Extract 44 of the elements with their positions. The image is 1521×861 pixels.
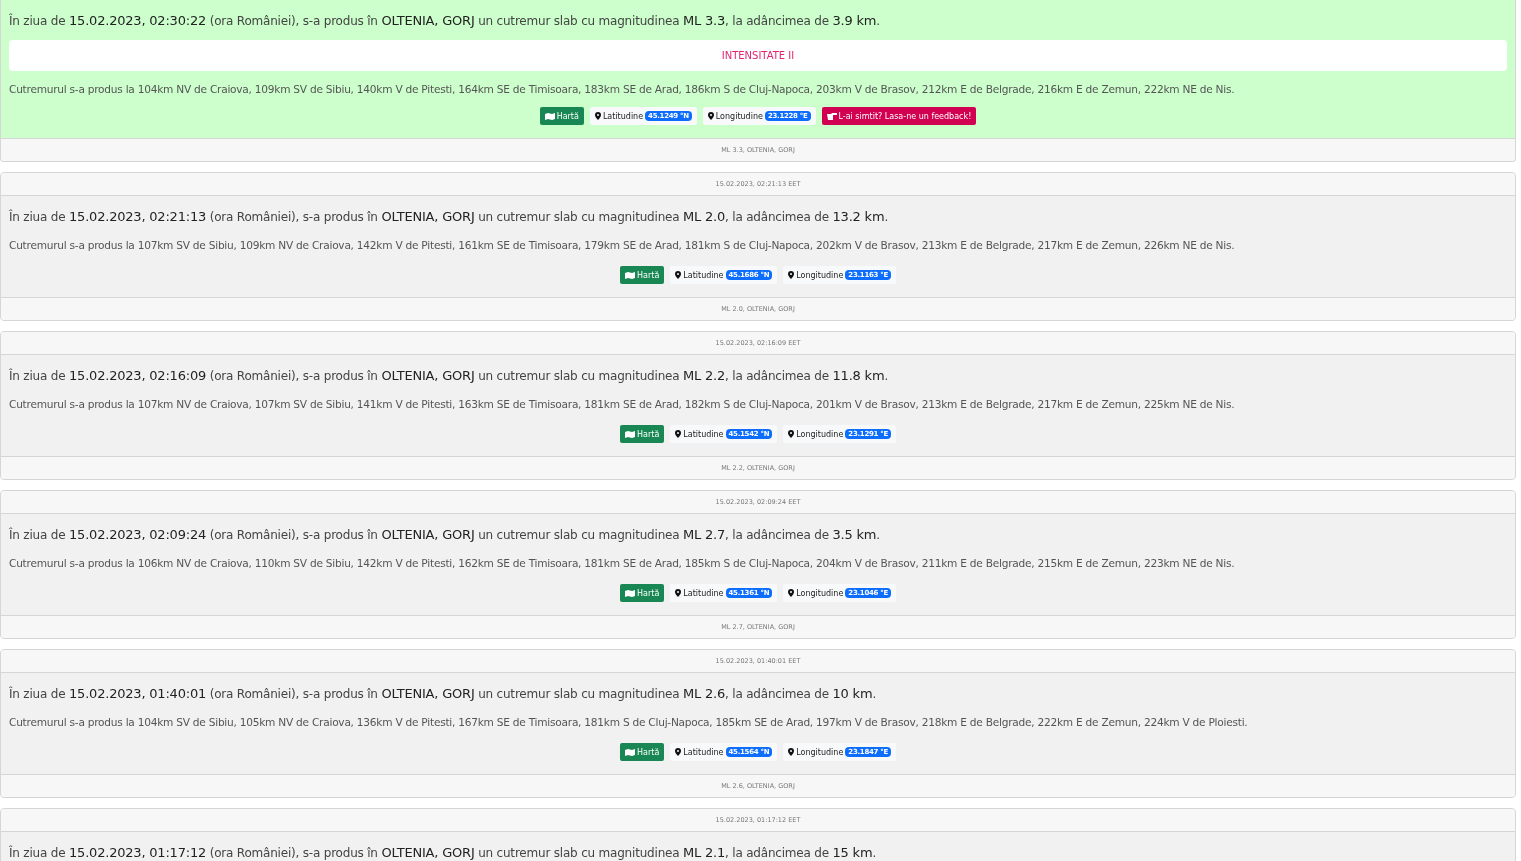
- hand-pointing-icon: [826, 112, 837, 120]
- map-pin-icon: [788, 430, 795, 438]
- event-description: În ziua de 15.02.2023, 02:30:22 (ora României), s-a produs în OLTENIA, GORJ un cutremur slab cu magnitudinea ML 3.3, la adâncimea de 3.9 km.: [9, 13, 881, 28]
- longitude-label: Longitudine: [796, 588, 844, 598]
- map-pin-icon: [788, 748, 795, 756]
- map-button[interactable]: Hartă: [620, 584, 665, 602]
- intensity-banner: INTENSITATE II: [9, 40, 1507, 71]
- longitude-label: Longitudine: [796, 429, 844, 439]
- latitude-label: Latitudine: [683, 747, 724, 757]
- map-button[interactable]: Hartă: [539, 107, 584, 125]
- latitude-label: Latitudine: [683, 429, 724, 439]
- map-icon: [625, 271, 636, 279]
- map-pin-icon: [675, 748, 682, 756]
- map-pin-icon: [788, 271, 795, 279]
- map-icon: [625, 589, 636, 597]
- distances-text: Cutremurul s-a produs la 107km SV de Sibiu, 109km NV de Craiova, 142km V de Pitesti, 161km SE de Timisoara, 179km SE de Arad, 181km S de Cluj-Napoca, 202km V de Brasov, 213km E de Belgrade, 217km E de Zemun, 226km NE de Nis.: [9, 239, 1236, 251]
- longitude-label: Longitudine: [715, 111, 763, 121]
- map-icon: [625, 748, 636, 756]
- distances-text: Cutremurul s-a produs la 104km NV de Craiova, 109km SV de Sibiu, 140km V de Pitesti, 164km SE de Timisoara, 183km SE de Arad, 186km S de Cluj-Napoca, 203km V de Brasov, 212km E de Belgrade, 216km E de Zemun, 222km NE de Nis.: [9, 83, 1236, 95]
- map-button[interactable]: Hartă: [620, 425, 665, 443]
- map-icon: [544, 112, 555, 120]
- distances-text: Cutremurul s-a produs la 104km SV de Sibiu, 105km NV de Craiova, 136km V de Pitesti, 167km SE de Timisoara, 181km S de Cluj-Napoca, 185km SE de Arad, 197km V de Brasov, 218km E de Belgrade, 222km E de Zemun, 224km V de Ploiesti.: [9, 716, 1249, 728]
- event-description: În ziua de 15.02.2023, 02:21:13 (ora României), s-a produs în OLTENIA, GORJ un cutremur slab cu magnitudinea ML 2.0, la adâncimea de 13.2 km.: [9, 209, 889, 224]
- distances-text: Cutremurul s-a produs la 107km NV de Craiova, 107km SV de Sibiu, 141km V de Pitesti, 163km SE de Timisoara, 181km SE de Arad, 182km S de Cluj-Napoca, 201km V de Brasov, 213km E de Belgrade, 217km E de Zemun, 225km NE de Nis.: [9, 398, 1236, 410]
- map-pin-icon: [675, 271, 682, 279]
- event-description: În ziua de 15.02.2023, 01:17:12 (ora României), s-a produs în OLTENIA, GORJ un cutremur slab cu magnitudinea ML 2.1, la adâncimea de 15 km.: [9, 845, 877, 860]
- map-pin-icon: [788, 589, 795, 597]
- event-description: În ziua de 15.02.2023, 02:16:09 (ora României), s-a produs în OLTENIA, GORJ un cutremur slab cu magnitudinea ML 2.2, la adâncimea de 11.8 km.: [9, 368, 889, 383]
- map-button[interactable]: Hartă: [620, 266, 665, 284]
- distances-text: Cutremurul s-a produs la 106km NV de Craiova, 110km SV de Sibiu, 142km V de Pitesti, 162km SE de Timisoara, 181km SE de Arad, 185km S de Cluj-Napoca, 204km V de Brasov, 211km E de Belgrade, 215km E de Zemun, 223km NE de Nis.: [9, 557, 1236, 569]
- latitude-label: Latitudine: [602, 111, 644, 121]
- event-description: În ziua de 15.02.2023, 01:40:01 (ora României), s-a produs în OLTENIA, GORJ un cutremur slab cu magnitudinea ML 2.6, la adâncimea de 10 km.: [9, 686, 877, 701]
- feedback-button[interactable]: L-ai simtit? Lasa-ne un feedback!: [821, 107, 977, 125]
- latitude-label: Latitudine: [683, 588, 724, 598]
- longitude-label: Longitudine: [796, 747, 844, 757]
- map-pin-icon: [675, 430, 682, 438]
- event-description: În ziua de 15.02.2023, 02:09:24 (ora României), s-a produs în OLTENIA, GORJ un cutremur slab cu magnitudinea ML 2.7, la adâncimea de 3.5 km.: [9, 527, 881, 542]
- map-pin-icon: [594, 112, 601, 120]
- longitude-label: Longitudine: [796, 270, 844, 280]
- map-button[interactable]: Hartă: [620, 743, 665, 761]
- map-pin-icon: [707, 112, 714, 120]
- latitude-label: Latitudine: [683, 270, 724, 280]
- map-pin-icon: [675, 589, 682, 597]
- map-icon: [625, 430, 636, 438]
